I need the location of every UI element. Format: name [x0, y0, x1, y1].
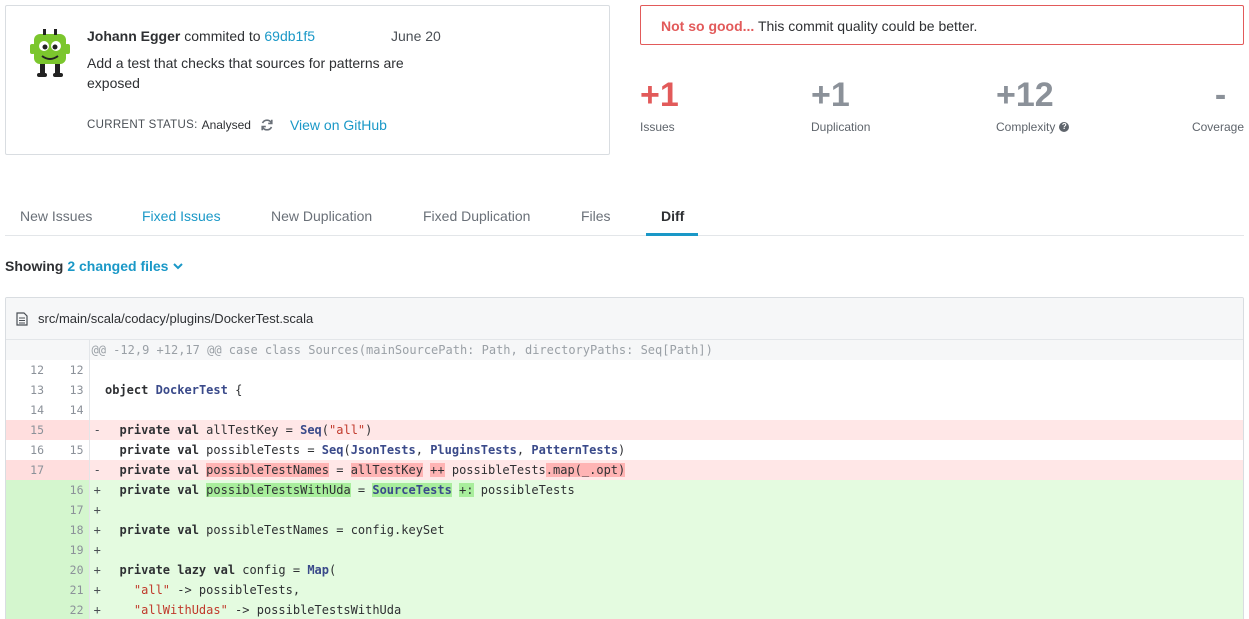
commit-card: Johann Egger commited to 69db1f5 June 20…: [5, 5, 610, 155]
hunk-header-row: @@ -12,9 +12,17 @@ case class Sources(ma…: [6, 340, 1243, 360]
metric-issues-label: Issues: [640, 120, 675, 134]
tab-diff[interactable]: Diff: [661, 208, 684, 224]
diff-line-added: 17 +: [6, 500, 1243, 520]
tab-fixed-issues[interactable]: Fixed Issues: [142, 208, 221, 224]
diff-line-added: 22 + "allWithUdas" -> possibleTestsWithU…: [6, 600, 1243, 619]
metric-complexity-value: +12: [996, 76, 1054, 114]
diff-line-removed: 17 - private val possibleTestNames = all…: [6, 460, 1243, 480]
tab-fixed-duplication[interactable]: Fixed Duplication: [423, 208, 530, 224]
chevron-down-icon[interactable]: [172, 260, 184, 272]
showing-label: Showing: [5, 258, 64, 274]
file-icon: [16, 311, 28, 326]
commit-author[interactable]: Johann Egger: [87, 28, 180, 44]
diff-line: 14 14: [6, 400, 1243, 420]
avatar: [30, 29, 70, 77]
metric-complexity-label-row: Complexity ?: [996, 120, 1070, 134]
diff-line-added: 21 + "all" -> possibleTests,: [6, 580, 1243, 600]
metric-issues-value: +1: [640, 76, 679, 114]
metric-issues: +1 Issues: [640, 76, 679, 134]
diff-line-added: 18 + private val possibleTestNames = con…: [6, 520, 1243, 540]
commit-verb: commited to: [184, 28, 261, 44]
diff-line: 12 12: [6, 360, 1243, 380]
tab-bar: New Issues Fixed Issues New Duplication …: [5, 200, 1244, 236]
hunk-header: @@ -12,9 +12,17 @@ case class Sources(ma…: [89, 340, 1243, 360]
active-tab-indicator: [646, 233, 698, 236]
quality-headline: Not so good...: [661, 18, 755, 34]
commit-sha-link[interactable]: 69db1f5: [264, 28, 315, 44]
file-path[interactable]: src/main/scala/codacy/plugins/DockerTest…: [38, 311, 313, 326]
diff-line-added: 16 + private val possibleTestsWithUda = …: [6, 480, 1243, 500]
diff-line-added: 20 + private lazy val config = Map(: [6, 560, 1243, 580]
status-row: CURRENT STATUS: Analysed View on GitHub: [87, 117, 387, 133]
metric-complexity-label: Complexity: [996, 120, 1056, 134]
tab-files[interactable]: Files: [581, 208, 611, 224]
commit-message: Add a test that checks that sources for …: [87, 55, 404, 91]
metric-coverage-label: Coverage: [1191, 120, 1244, 134]
diff-line-removed: 15 - private val allTestKey = Seq("all"): [6, 420, 1243, 440]
view-on-github-link[interactable]: View on GitHub: [290, 117, 387, 133]
commit-header: Johann Egger commited to 69db1f5: [87, 28, 315, 44]
diff-table: @@ -12,9 +12,17 @@ case class Sources(ma…: [6, 340, 1243, 619]
tab-new-duplication[interactable]: New Duplication: [271, 208, 372, 224]
metric-duplication-label: Duplication: [811, 120, 871, 134]
status-value: Analysed: [201, 118, 251, 132]
help-icon[interactable]: ?: [1059, 122, 1070, 132]
diff-line-added: 19 +: [6, 540, 1243, 560]
metric-coverage: - Coverage: [1191, 76, 1244, 134]
tab-new-issues[interactable]: New Issues: [20, 208, 92, 224]
metric-complexity: +12 Complexity ?: [996, 76, 1070, 134]
metric-duplication-value: +1: [811, 76, 850, 114]
file-header: src/main/scala/codacy/plugins/DockerTest…: [6, 298, 1243, 340]
quality-text: This commit quality could be better.: [754, 18, 978, 34]
diff-line: 16 15 private val possibleTests = Seq(Js…: [6, 440, 1243, 460]
refresh-icon[interactable]: [260, 118, 274, 132]
commit-date: June 20: [391, 28, 441, 44]
diff-line: 13 13 object DockerTest {: [6, 380, 1243, 400]
quality-banner: Not so good... This commit quality could…: [640, 5, 1244, 45]
diff-panel: src/main/scala/codacy/plugins/DockerTest…: [5, 297, 1244, 619]
status-label: CURRENT STATUS:: [87, 119, 198, 131]
changed-files-summary: Showing 2 changed files: [5, 258, 184, 274]
metric-duplication: +1 Duplication: [811, 76, 870, 134]
changed-files-toggle[interactable]: 2 changed files: [67, 258, 168, 274]
metric-coverage-value: -: [1214, 76, 1227, 114]
